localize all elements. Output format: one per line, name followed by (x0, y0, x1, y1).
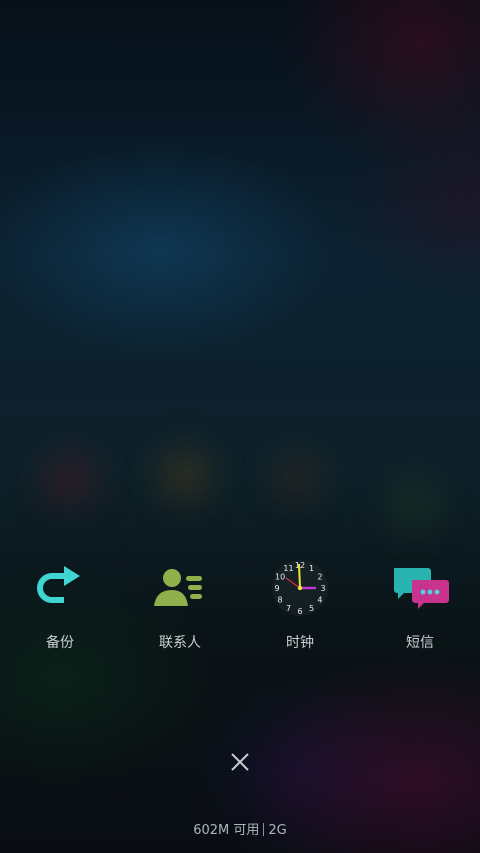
divider (263, 823, 265, 836)
recent-app-messages[interactable]: 短信 (360, 560, 480, 660)
app-label: 短信 (406, 635, 434, 651)
clock-numeral: 6 (297, 607, 302, 616)
clock-numeral: 4 (317, 596, 322, 605)
app-label: 备份 (46, 635, 74, 651)
clock-numeral: 1 (309, 564, 314, 573)
messages-icon (388, 560, 452, 616)
clock-numeral: 9 (274, 584, 279, 593)
blurred-wallpaper (0, 0, 480, 853)
close-all-button[interactable] (226, 748, 254, 776)
background-blob (160, 450, 210, 500)
backup-icon (28, 560, 92, 616)
memory-total: 2G (268, 823, 287, 838)
recent-app-backup[interactable]: 备份 (0, 560, 120, 660)
app-label: 时钟 (286, 635, 314, 651)
clock-numeral: 8 (278, 596, 283, 605)
memory-free: 602M 可用 (193, 823, 260, 838)
recent-app-contacts[interactable]: 联系人 (120, 560, 240, 660)
clock-numeral: 3 (320, 584, 325, 593)
background-blob (45, 455, 95, 505)
contacts-icon (148, 560, 212, 616)
clock-numeral: 5 (309, 604, 314, 613)
clock-numeral: 7 (286, 604, 291, 613)
background-blob (390, 480, 440, 530)
clock-numeral: 11 (283, 564, 293, 573)
clock-numeral: 10 (275, 573, 285, 582)
recent-app-clock[interactable]: 121234567891011 时钟 (240, 560, 360, 660)
recent-apps-row: 备份 联系人 121234567891011 时钟 (0, 560, 480, 660)
memory-status: 602M 可用 2G (0, 819, 480, 838)
clock-numeral: 2 (317, 573, 322, 582)
app-label: 联系人 (159, 635, 201, 651)
close-icon (231, 753, 249, 771)
background-blob (275, 455, 320, 500)
clock-icon: 121234567891011 (268, 560, 332, 616)
